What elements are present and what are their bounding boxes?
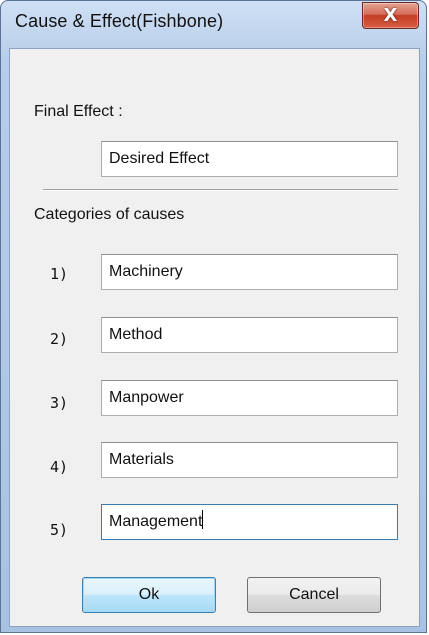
title-bar[interactable]: Cause & Effect(Fishbone) X xyxy=(1,1,426,45)
ok-button[interactable]: Ok xyxy=(82,577,216,613)
close-button[interactable]: X xyxy=(362,2,419,29)
category-number-5: 5) xyxy=(50,521,69,539)
final-effect-label: Final Effect : xyxy=(34,103,123,120)
category-input-1[interactable]: Machinery xyxy=(101,254,398,290)
category-input-3[interactable]: Manpower xyxy=(101,380,398,416)
window-title: Cause & Effect(Fishbone) xyxy=(15,11,224,31)
category-number-1: 1) xyxy=(50,265,69,283)
cancel-button[interactable]: Cancel xyxy=(247,577,381,613)
final-effect-input[interactable]: Desired Effect xyxy=(101,141,398,177)
close-icon: X xyxy=(383,4,398,26)
section-divider xyxy=(43,189,398,191)
dialog-window: Cause & Effect(Fishbone) X Final Effect … xyxy=(0,0,427,633)
category-number-2: 2) xyxy=(50,330,69,348)
category-input-5-text: Management xyxy=(109,513,203,530)
dialog-client-area: Final Effect : Desired Effect Categories… xyxy=(9,48,420,627)
category-number-3: 3) xyxy=(50,394,69,412)
category-input-5[interactable]: Management xyxy=(101,504,398,540)
categories-heading: Categories of causes xyxy=(34,206,185,223)
category-number-4: 4) xyxy=(50,458,69,476)
category-input-2[interactable]: Method xyxy=(101,317,398,353)
text-caret xyxy=(202,510,204,529)
category-input-4[interactable]: Materials xyxy=(101,442,398,478)
